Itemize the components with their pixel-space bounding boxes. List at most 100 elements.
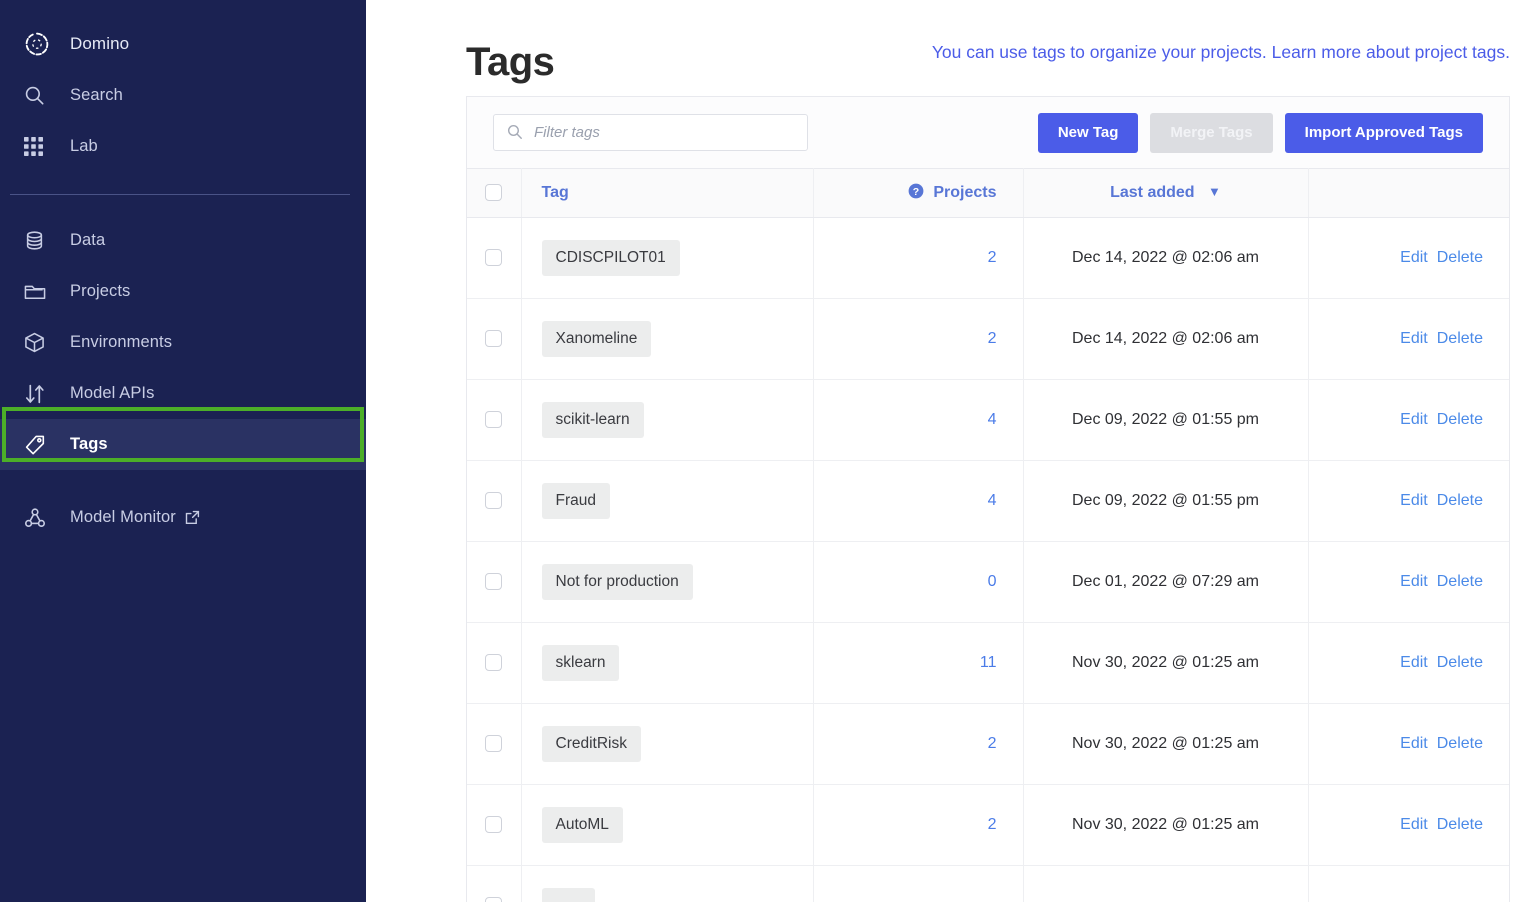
delete-link[interactable]: Delete — [1437, 654, 1483, 671]
delete-link[interactable]: Delete — [1437, 249, 1483, 266]
table-row: AutoML 2 Nov 30, 2022 @ 01:25 am Edit Delete — [467, 784, 1509, 866]
edit-link[interactable]: Edit — [1400, 330, 1428, 347]
edit-link[interactable]: Edit — [1400, 573, 1428, 590]
database-icon — [24, 230, 58, 251]
row-checkbox[interactable] — [485, 573, 503, 591]
column-header-tag-label: Tag — [541, 184, 569, 201]
page-title: Tags — [466, 40, 555, 84]
projects-count-link[interactable]: 2 — [988, 816, 997, 833]
new-tag-button[interactable]: New Tag — [1037, 112, 1139, 153]
sidebar-item-lab[interactable]: Lab — [0, 121, 366, 172]
projects-count-cell: 2 — [813, 784, 1024, 866]
last-added-cell: Dec 14, 2022 @ 02:06 am — [1023, 298, 1309, 380]
projects-count-link[interactable]: 11 — [980, 654, 997, 671]
table-row: CreditRisk 2 Nov 30, 2022 @ 01:25 am Edit De… — [467, 703, 1509, 785]
row-checkbox[interactable] — [485, 654, 503, 672]
last-added-cell: Dec 09, 2022 @ 01:55 pm — [1023, 460, 1309, 542]
sort-descending-caret-icon[interactable]: ▼ — [1208, 184, 1221, 199]
row-select-cell — [467, 298, 522, 380]
last-added-cell: Dec 09, 2022 @ 01:55 pm — [1023, 379, 1309, 461]
table-header-row: Tag ? Projects Last added ▼ — [467, 168, 1509, 218]
edit-link[interactable]: Edit — [1400, 816, 1428, 833]
tag-chip[interactable]: Xanomeline — [541, 321, 652, 357]
row-checkbox[interactable] — [485, 897, 503, 902]
filter-tags-wrapper — [493, 114, 808, 151]
sidebar-item-data[interactable]: Data — [0, 215, 366, 266]
delete-link[interactable]: Delete — [1437, 411, 1483, 428]
select-all-header — [467, 168, 522, 218]
sidebar-item-tags[interactable]: Tags — [0, 419, 366, 470]
tags-table-head: Tag ? Projects Last added ▼ — [467, 168, 1509, 218]
select-all-checkbox[interactable] — [485, 184, 503, 202]
help-circle-icon[interactable]: ? — [908, 183, 928, 203]
tag-chip[interactable] — [541, 888, 596, 902]
last-added-cell: Nov 30, 2022 @ 01:25 am — [1023, 784, 1309, 866]
app-root: Domino Search Lab Data Projects Environm… — [0, 0, 1528, 902]
filter-tags-input[interactable] — [493, 114, 808, 151]
sidebar-item-model-monitor[interactable]: Model Monitor — [0, 492, 366, 543]
table-row: Xanomeline 2 Dec 14, 2022 @ 02:06 am Edit De… — [467, 298, 1509, 380]
row-checkbox[interactable] — [485, 249, 503, 267]
sidebar-item-model-apis[interactable]: Model APIs — [0, 368, 366, 419]
delete-link[interactable]: Delete — [1437, 573, 1483, 590]
projects-count-cell: 11 — [813, 622, 1024, 704]
edit-link[interactable]: Edit — [1400, 492, 1428, 509]
delete-link[interactable]: Delete — [1437, 492, 1483, 509]
delete-link[interactable]: Delete — [1437, 330, 1483, 347]
tag-chip[interactable]: scikit-learn — [541, 402, 644, 438]
sidebar-item-projects[interactable]: Projects — [0, 266, 366, 317]
delete-link[interactable]: Delete — [1437, 735, 1483, 752]
grid-icon — [24, 137, 58, 156]
tag-cell: sklearn — [521, 622, 814, 704]
edit-link[interactable]: Edit — [1400, 654, 1428, 671]
tag-chip[interactable]: Not for production — [541, 564, 693, 600]
row-checkbox[interactable] — [485, 492, 503, 510]
sidebar-brand[interactable]: Domino — [0, 18, 366, 70]
projects-count-cell: 4 — [813, 379, 1024, 461]
cube-icon — [24, 332, 58, 353]
edit-link[interactable]: Edit — [1400, 411, 1428, 428]
sidebar-item-label: Search — [70, 86, 123, 104]
merge-tags-button[interactable]: Merge Tags — [1150, 112, 1273, 153]
column-header-tag[interactable]: Tag — [521, 168, 814, 218]
tag-chip[interactable]: AutoML — [541, 807, 623, 843]
row-checkbox[interactable] — [485, 735, 503, 753]
projects-count-link[interactable]: 2 — [988, 735, 997, 752]
import-approved-tags-button[interactable]: Import Approved Tags — [1284, 112, 1483, 153]
tag-chip[interactable]: Fraud — [541, 483, 610, 519]
table-row: CDISCPILOT01 2 Dec 14, 2022 @ 02:06 am Edit… — [467, 217, 1509, 299]
row-actions-cell: Edit Delete — [1308, 298, 1509, 380]
sidebar-item-environments[interactable]: Environments — [0, 317, 366, 368]
folder-icon — [24, 282, 58, 302]
tag-chip[interactable]: CDISCPILOT01 — [541, 240, 680, 276]
row-select-cell — [467, 622, 522, 704]
edit-link[interactable]: Edit — [1400, 249, 1428, 266]
row-checkbox[interactable] — [485, 411, 503, 429]
column-header-projects[interactable]: ? Projects — [813, 168, 1024, 218]
row-select-cell — [467, 460, 522, 542]
projects-count-cell: 4 — [813, 460, 1024, 542]
sidebar-item-search[interactable]: Search — [0, 70, 366, 121]
table-row: Fraud 4 Dec 09, 2022 @ 01:55 pm Edit Delete — [467, 460, 1509, 542]
edit-link[interactable]: Edit — [1400, 735, 1428, 752]
tag-cell: CDISCPILOT01 — [521, 217, 814, 299]
table-row: Not for production 0 Dec 01, 2022 @ 07:29 … — [467, 541, 1509, 623]
projects-count-link[interactable]: 2 — [988, 249, 997, 266]
row-checkbox[interactable] — [485, 816, 503, 834]
table-row: sklearn 11 Nov 30, 2022 @ 01:25 am Edit Dele… — [467, 622, 1509, 704]
row-checkbox[interactable] — [485, 330, 503, 348]
last-added-cell — [1023, 865, 1309, 902]
project-tags-help-link[interactable]: You can use tags to organize your projec… — [932, 36, 1510, 63]
projects-count-link[interactable]: 4 — [988, 492, 997, 509]
tag-chip[interactable]: sklearn — [541, 645, 620, 681]
delete-link[interactable]: Delete — [1437, 816, 1483, 833]
last-added-cell: Nov 30, 2022 @ 01:25 am — [1023, 703, 1309, 785]
tag-chip[interactable]: CreditRisk — [541, 726, 641, 762]
projects-count-link[interactable]: 0 — [988, 573, 997, 590]
table-row: scikit-learn 4 Dec 09, 2022 @ 01:55 pm Edit… — [467, 379, 1509, 461]
column-header-last-added[interactable]: Last added ▼ — [1023, 168, 1309, 218]
projects-count-link[interactable]: 4 — [988, 411, 997, 428]
sidebar-item-label: Environments — [70, 333, 173, 351]
projects-count-link[interactable]: 2 — [988, 330, 997, 347]
